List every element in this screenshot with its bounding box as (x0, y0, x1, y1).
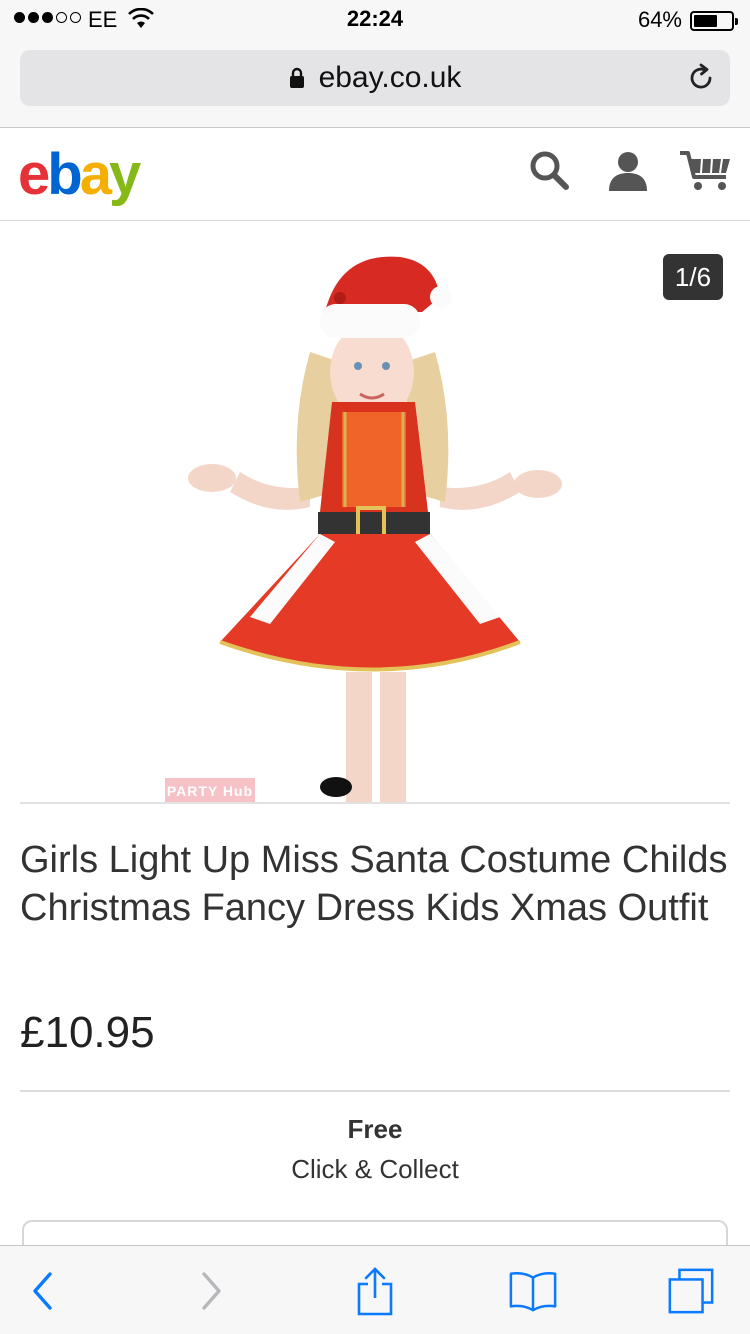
logo-letter-e: e (18, 142, 50, 207)
browser-toolbar (0, 1245, 750, 1334)
reload-icon[interactable] (686, 63, 716, 93)
share-button[interactable] (350, 1266, 400, 1316)
product-photo[interactable] (160, 242, 590, 804)
address-bar[interactable]: ebay.co.uk (20, 50, 730, 106)
chevron-left-icon (33, 1272, 52, 1310)
status-bar: EE 22:24 64% (0, 0, 750, 40)
user-icon[interactable] (606, 149, 650, 193)
product-image-gallery[interactable]: PARTY Hub 1/6 (20, 222, 730, 804)
listing-title: Girls Light Up Miss Santa Costume Childs… (20, 839, 728, 929)
battery-level-fill (694, 15, 717, 27)
section-divider (20, 1090, 730, 1092)
ebay-logo[interactable]: ebay (18, 141, 141, 208)
seller-watermark: PARTY Hub (165, 778, 255, 802)
shipping-cost: Free (347, 1114, 403, 1144)
site-header: ebay (0, 129, 750, 221)
logo-letter-a: a (79, 142, 112, 207)
bookmarks-button[interactable] (508, 1266, 558, 1316)
logo-letter-b: b (47, 142, 82, 207)
share-icon (357, 1267, 393, 1316)
logo-letter-y: y (108, 142, 141, 207)
battery-icon (690, 11, 738, 31)
search-icon[interactable] (528, 149, 570, 191)
cart-icon[interactable] (678, 149, 734, 193)
shipping-method: Click & Collect (291, 1154, 459, 1184)
url-text[interactable]: ebay.co.uk (319, 61, 462, 95)
tabs-icon (668, 1268, 714, 1314)
listing-price: £10.95 (20, 1008, 155, 1057)
tabs-button[interactable] (666, 1266, 716, 1316)
browser-chrome: EE 22:24 64% ebay.co.uk (0, 0, 750, 128)
lock-icon (289, 67, 304, 88)
battery-percentage: 64% (637, 7, 682, 32)
book-icon (509, 1271, 557, 1312)
back-button[interactable] (18, 1266, 68, 1316)
chevron-right-icon (202, 1272, 221, 1310)
forward-button[interactable] (186, 1266, 236, 1316)
image-counter-badge: 1/6 (663, 254, 723, 300)
